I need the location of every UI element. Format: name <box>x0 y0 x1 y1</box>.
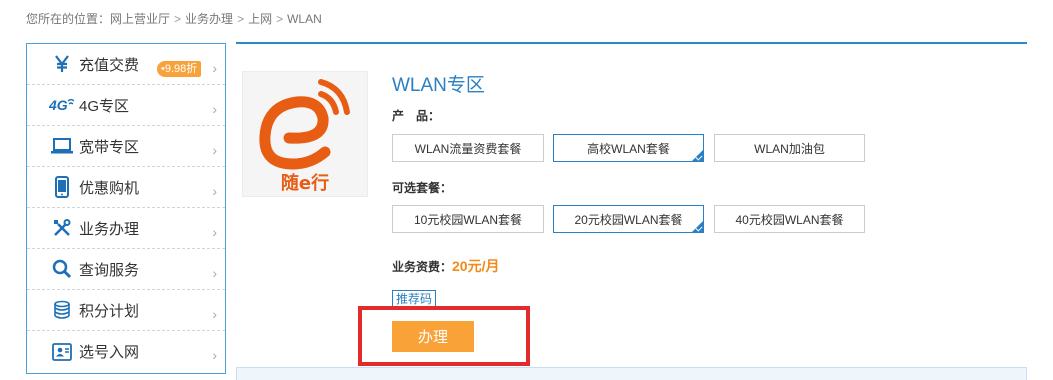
breadcrumb: 您所在的位置：网上营业厅 > 业务办理 > 上网 > WLAN <box>26 10 322 27</box>
sidebar-item-query[interactable]: 查询服务 › <box>27 249 225 290</box>
fee-label: 业务资费： <box>392 260 453 274</box>
sidebar-item-recharge[interactable]: 充值交费 •9.98折 › <box>27 44 225 85</box>
breadcrumb-link-internet[interactable]: 上网 <box>248 12 272 26</box>
chevron-right-icon: › <box>212 183 217 199</box>
sidebar-item-phone-deals[interactable]: 优惠购机 › <box>27 167 225 208</box>
chevron-right-icon: › <box>212 101 217 117</box>
4g-icon: 4G <box>49 96 75 114</box>
logo-text: 随e行 <box>281 172 329 194</box>
breadcrumb-link-home[interactable]: 网上营业厅 <box>110 12 170 26</box>
breadcrumb-separator: > <box>237 12 245 26</box>
chevron-right-icon: › <box>212 142 217 158</box>
database-icon <box>49 300 75 320</box>
discount-badge: •9.98折 <box>157 61 202 77</box>
laptop-icon <box>49 138 75 154</box>
sidebar-item-4g[interactable]: 4G 4G专区 › <box>27 85 225 126</box>
product-image: 随e行 <box>242 71 368 197</box>
yen-icon <box>49 55 75 73</box>
sidebar-item-business[interactable]: 业务办理 › <box>27 208 225 249</box>
search-icon <box>49 259 75 279</box>
chevron-right-icon: › <box>212 224 217 240</box>
breadcrumb-separator: > <box>276 12 284 26</box>
chevron-right-icon: › <box>212 265 217 281</box>
breadcrumb-current: WLAN <box>287 12 322 26</box>
option-label: 40元校园WLAN套餐 <box>735 212 844 227</box>
tools-icon <box>49 218 75 238</box>
sidebar-item-label: 业务办理 <box>79 220 140 238</box>
sidebar-item-label: 查询服务 <box>79 261 140 279</box>
main-top-divider <box>236 42 1027 44</box>
chevron-right-icon: › <box>212 306 217 322</box>
sidebar-item-broadband[interactable]: 宽带专区 › <box>27 126 225 167</box>
package-option-10[interactable]: 10元校园WLAN套餐 <box>392 205 544 233</box>
bottom-panel <box>236 367 1027 380</box>
submit-button[interactable]: 办理 <box>392 321 474 352</box>
product-option-wlan-addon[interactable]: WLAN加油包 <box>714 134 865 162</box>
sidebar-item-label: 4G专区 <box>79 97 130 115</box>
phone-icon <box>49 176 75 198</box>
product-label: 产 品： <box>392 109 441 123</box>
chevron-right-icon: › <box>212 347 217 363</box>
svg-text:4G: 4G <box>49 97 68 113</box>
sidebar-item-label: 优惠购机 <box>79 179 140 197</box>
sidebar-item-points[interactable]: 积分计划 › <box>27 290 225 331</box>
breadcrumb-separator: > <box>174 12 182 26</box>
option-label: 20元校园WLAN套餐 <box>574 212 683 227</box>
chevron-right-icon: › <box>212 60 217 76</box>
breadcrumb-prefix: 您所在的位置： <box>26 12 111 26</box>
sidebar-item-label: 积分计划 <box>79 302 140 320</box>
e-logo-icon: 随e行 <box>259 79 350 194</box>
option-label: 10元校园WLAN套餐 <box>413 212 523 227</box>
sidebar-menu: 充值交费 •9.98折 › 4G 4G专区 › 宽带专区 › 优惠购机 › 业务… <box>26 43 226 374</box>
sidebar-item-label: 充值交费 <box>79 56 140 74</box>
sidebar-item-label: 选号入网 <box>79 344 140 361</box>
option-label: WLAN流量资费套餐 <box>414 141 522 156</box>
package-label: 可选套餐： <box>392 181 453 195</box>
option-label: WLAN加油包 <box>754 141 825 156</box>
referral-code-button[interactable]: 推荐码 <box>392 290 437 308</box>
id-card-icon <box>49 342 75 361</box>
sidebar-item-select-number[interactable]: 选号入网 › <box>27 331 225 372</box>
fee-value: 20元/月 <box>452 258 500 274</box>
sidebar-item-label: 宽带专区 <box>79 138 140 156</box>
package-option-40[interactable]: 40元校园WLAN套餐 <box>714 205 865 233</box>
product-option-campus-wlan[interactable]: 高校WLAN套餐 <box>553 134 704 162</box>
page-title: WLAN专区 <box>392 75 485 96</box>
package-option-20[interactable]: 20元校园WLAN套餐 <box>553 205 704 233</box>
product-option-wlan-traffic[interactable]: WLAN流量资费套餐 <box>392 134 544 162</box>
breadcrumb-link-business[interactable]: 业务办理 <box>185 12 233 26</box>
option-label: 高校WLAN套餐 <box>587 141 670 156</box>
